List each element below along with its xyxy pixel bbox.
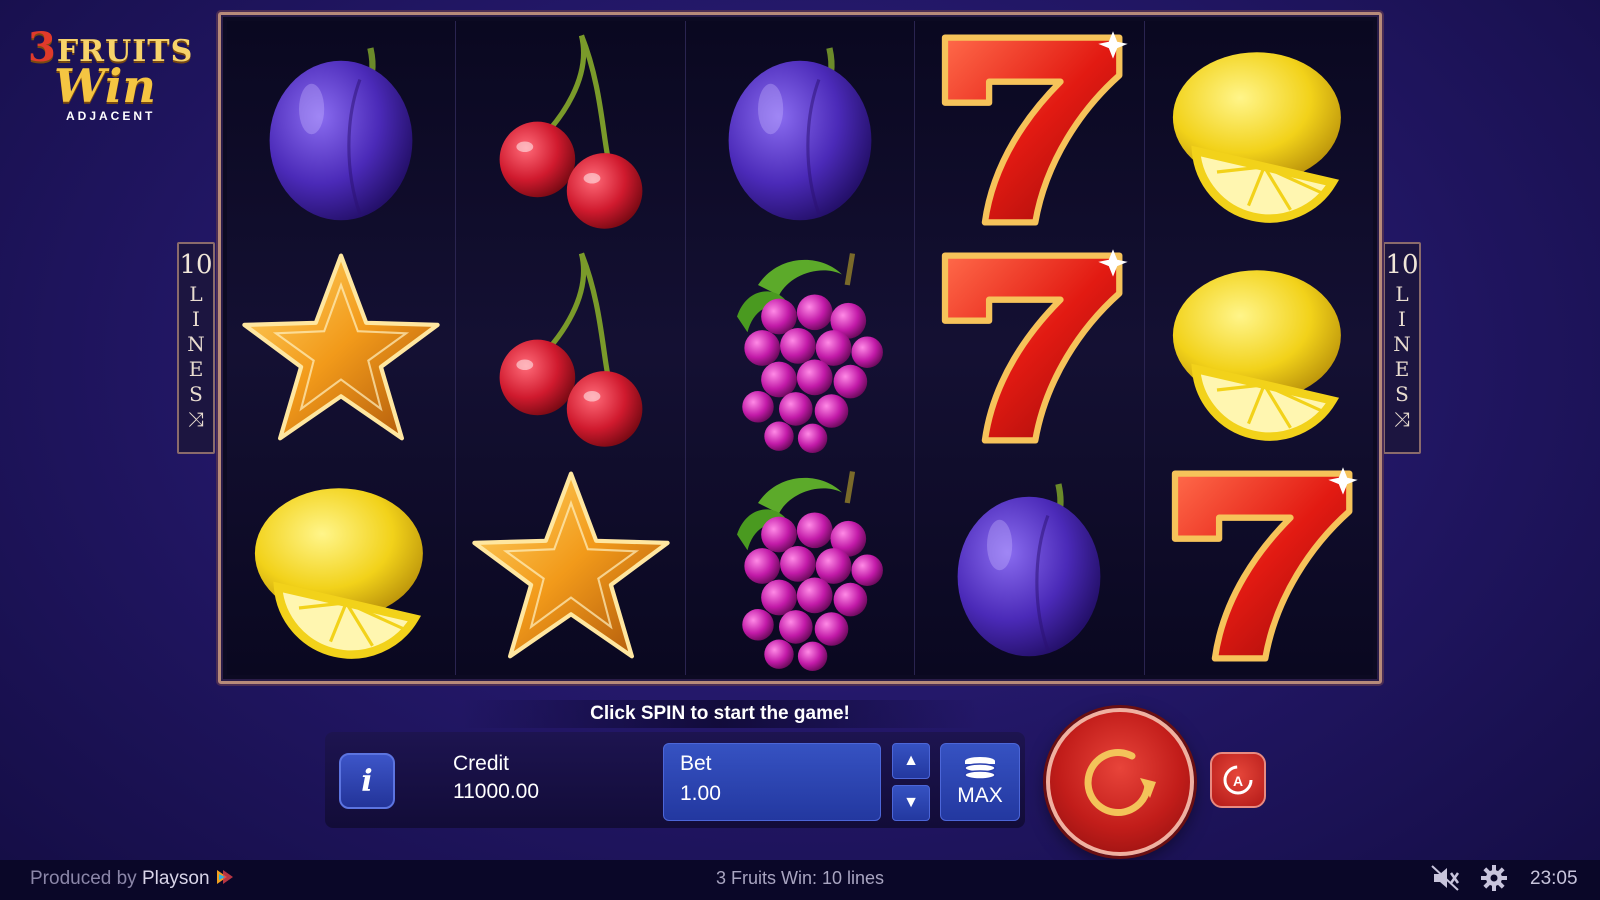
reel-cell	[1145, 21, 1373, 239]
cherry-symbol-icon	[466, 25, 676, 235]
seven-symbol-icon	[924, 243, 1134, 453]
reel-5	[1144, 21, 1374, 675]
game-title: 3 Fruits Win: 10 lines	[715, 868, 885, 888]
reel-3	[685, 21, 916, 675]
logo-subtitle: ADJACENT	[66, 109, 156, 123]
lines-word: L I N E S	[1393, 282, 1411, 406]
reels	[227, 21, 1374, 675]
lines-word: L I N E S	[187, 282, 205, 406]
reel-2	[456, 21, 686, 675]
lemon-symbol-icon	[1154, 25, 1364, 235]
reel-cell	[456, 239, 684, 457]
logo-number: 3	[28, 24, 57, 71]
grapes-symbol-icon	[695, 243, 905, 453]
bet-value: 1.00	[680, 782, 721, 805]
sound-muted-icon[interactable]	[1430, 864, 1460, 892]
seven-symbol-icon	[924, 25, 1134, 235]
reel-1	[227, 21, 457, 675]
star-symbol-icon	[466, 461, 676, 671]
bet-display[interactable]: Bet 1.00	[663, 743, 881, 821]
credit-display: Credit 11000.00	[453, 752, 539, 804]
settings-gear-icon[interactable]	[1480, 864, 1508, 892]
bet-label: Bet	[680, 752, 712, 775]
credit-label: Credit	[453, 752, 510, 775]
reel-cell	[915, 21, 1143, 239]
shuffle-icon: ⤨	[1394, 409, 1410, 431]
reel-cell	[456, 21, 684, 239]
spin-arrow-icon	[1084, 749, 1156, 817]
spin-button[interactable]	[1046, 708, 1194, 856]
bet-increase-button[interactable]: ▲	[892, 743, 930, 779]
reel-cell	[227, 21, 455, 239]
reel-4	[915, 21, 1145, 675]
bet-decrease-button[interactable]: ▼	[892, 785, 930, 821]
grapes-symbol-icon	[695, 461, 905, 671]
reel-cell	[227, 457, 455, 675]
reel-cell	[686, 239, 914, 457]
plum-symbol-icon	[924, 461, 1134, 671]
plum-symbol-icon	[236, 25, 446, 235]
game-screen: 3FRUITS Win ADJACENT 10 L I N E S ⤨ 10 L…	[0, 0, 1600, 900]
reel-cell	[1145, 457, 1373, 675]
reel-cell	[915, 457, 1143, 675]
cherry-symbol-icon	[466, 243, 676, 453]
svg-text:A: A	[1233, 773, 1243, 789]
credit-value: 11000.00	[453, 780, 540, 803]
reel-cell	[1145, 239, 1373, 457]
lemon-symbol-icon	[236, 461, 446, 671]
lines-indicator-left: 10 L I N E S ⤨	[177, 242, 215, 454]
autoplay-button[interactable]: A	[1210, 752, 1266, 808]
reel-cell	[456, 457, 684, 675]
shuffle-icon: ⤨	[188, 409, 204, 431]
game-logo: 3FRUITS Win ADJACENT	[28, 24, 198, 134]
star-symbol-icon	[236, 243, 446, 453]
max-label: MAX	[957, 784, 1003, 807]
autoplay-icon: A	[1223, 765, 1253, 795]
seven-symbol-icon	[1154, 461, 1364, 671]
info-button[interactable]: i	[339, 753, 395, 809]
lines-indicator-right: 10 L I N E S ⤨	[1383, 242, 1421, 454]
plum-symbol-icon	[695, 25, 905, 235]
arrow-down-icon: ▼	[903, 794, 919, 811]
arrow-up-icon: ▲	[903, 752, 919, 769]
reel-cell	[915, 239, 1143, 457]
reel-cell	[686, 21, 914, 239]
reel-cell	[686, 457, 914, 675]
lines-count: 10	[179, 250, 213, 280]
lines-count: 10	[1385, 250, 1419, 280]
lemon-symbol-icon	[1154, 243, 1364, 453]
info-icon: i	[361, 763, 373, 799]
status-message: Click SPIN to start the game!	[460, 700, 980, 728]
reels-frame	[218, 12, 1382, 684]
clock: 23:05	[1530, 868, 1578, 889]
max-bet-button[interactable]: MAX	[940, 743, 1020, 821]
coins-icon	[964, 757, 996, 780]
reel-cell	[227, 239, 455, 457]
